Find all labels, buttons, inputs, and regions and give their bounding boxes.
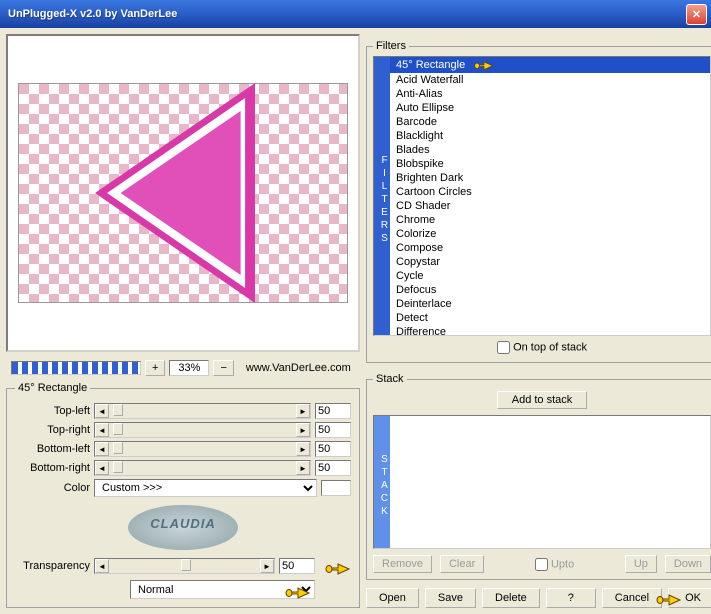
- stack-legend: Stack: [373, 373, 407, 385]
- transparency-label: Transparency: [15, 560, 90, 572]
- down-button[interactable]: Down: [665, 555, 711, 573]
- slider-left-arrow[interactable]: ◄: [95, 404, 109, 418]
- transparency-input[interactable]: [279, 558, 315, 574]
- logo: CLAUDIA: [15, 505, 351, 550]
- zoom-in-button[interactable]: +: [145, 360, 165, 376]
- clear-button[interactable]: Clear: [440, 555, 484, 573]
- stack-group: Stack Add to stack STACK Remove Clear Up…: [366, 373, 711, 580]
- slider-left-arrow[interactable]: ◄: [95, 559, 109, 573]
- filter-item[interactable]: Auto Ellipse: [390, 101, 710, 115]
- upto-checkbox[interactable]: [535, 558, 548, 571]
- open-button[interactable]: Open: [366, 588, 419, 608]
- filters-group: Filters FILTERS 45° RectangleAcid Waterf…: [366, 40, 711, 363]
- param-slider-0[interactable]: ◄ ►: [94, 403, 311, 419]
- param-input-2[interactable]: [315, 441, 351, 457]
- slider-right-arrow[interactable]: ►: [296, 442, 310, 456]
- filter-item[interactable]: Barcode: [390, 115, 710, 129]
- param-label-2: Bottom-left: [15, 443, 90, 455]
- transparency-slider[interactable]: ◄ ►: [94, 558, 275, 574]
- pointer-icon: [285, 583, 311, 597]
- zoom-percent: 33%: [169, 360, 209, 376]
- filter-item[interactable]: Blobspike: [390, 157, 710, 171]
- website-link[interactable]: www.VanDerLee.com: [246, 362, 351, 374]
- titlebar: UnPlugged-X v2.0 by VanDerLee ✕: [0, 0, 711, 28]
- param-slider-1[interactable]: ◄ ►: [94, 422, 311, 438]
- up-button[interactable]: Up: [625, 555, 657, 573]
- param-input-0[interactable]: [315, 403, 351, 419]
- color-label: Color: [15, 482, 90, 494]
- zoom-out-button[interactable]: −: [213, 360, 233, 376]
- filter-item[interactable]: CD Shader: [390, 199, 710, 213]
- filter-item[interactable]: Brighten Dark: [390, 171, 710, 185]
- filters-listbox[interactable]: FILTERS 45° RectangleAcid WaterfallAnti-…: [373, 56, 711, 336]
- filter-item[interactable]: Blades: [390, 143, 710, 157]
- filter-item[interactable]: Chrome: [390, 213, 710, 227]
- filter-item[interactable]: Blacklight: [390, 129, 710, 143]
- zoom-progress: [11, 361, 141, 375]
- slider-right-arrow[interactable]: ►: [296, 423, 310, 437]
- stack-listbox[interactable]: STACK: [373, 415, 711, 549]
- save-button[interactable]: Save: [425, 588, 476, 608]
- filters-legend: Filters: [373, 40, 409, 52]
- param-label-1: Top-right: [15, 424, 90, 436]
- stack-sidebar-label: STACK: [374, 416, 390, 548]
- color-select[interactable]: Custom >>>: [94, 479, 317, 497]
- window-title: UnPlugged-X v2.0 by VanDerLee: [8, 8, 686, 20]
- filter-item[interactable]: Compose: [390, 241, 710, 255]
- param-input-1[interactable]: [315, 422, 351, 438]
- filter-item[interactable]: Difference: [390, 325, 710, 335]
- param-slider-2[interactable]: ◄ ►: [94, 441, 311, 457]
- pointer-icon: [656, 590, 682, 604]
- filter-item[interactable]: Deinterlace: [390, 297, 710, 311]
- preview-panel: [6, 34, 360, 352]
- filter-item[interactable]: Cartoon Circles: [390, 185, 710, 199]
- pointer-icon: [325, 559, 351, 573]
- slider-left-arrow[interactable]: ◄: [95, 442, 109, 456]
- ontop-checkbox[interactable]: [497, 341, 510, 354]
- filter-item[interactable]: 45° Rectangle: [390, 57, 710, 73]
- filter-item[interactable]: Anti-Alias: [390, 87, 710, 101]
- help-button[interactable]: ?: [546, 588, 596, 608]
- param-input-3[interactable]: [315, 460, 351, 476]
- color-swatch[interactable]: [321, 480, 351, 496]
- preview-image: [18, 83, 348, 303]
- pointer-icon: [471, 58, 497, 72]
- parameters-group: 45° Rectangle Top-left ◄ ► Top-right ◄ ►…: [6, 382, 360, 608]
- remove-button[interactable]: Remove: [373, 555, 432, 573]
- slider-right-arrow[interactable]: ►: [296, 404, 310, 418]
- parameters-legend: 45° Rectangle: [15, 382, 90, 394]
- slider-right-arrow[interactable]: ►: [296, 461, 310, 475]
- slider-left-arrow[interactable]: ◄: [95, 423, 109, 437]
- param-label-3: Bottom-right: [15, 462, 90, 474]
- dialog-buttons: Open Save Delete ? Cancel OK: [366, 584, 711, 608]
- filter-item[interactable]: Acid Waterfall: [390, 73, 710, 87]
- filter-item[interactable]: Detect: [390, 311, 710, 325]
- filter-item[interactable]: Copystar: [390, 255, 710, 269]
- slider-left-arrow[interactable]: ◄: [95, 461, 109, 475]
- filter-item[interactable]: Colorize: [390, 227, 710, 241]
- ontop-label: On top of stack: [513, 341, 587, 353]
- filter-item[interactable]: Defocus: [390, 283, 710, 297]
- add-to-stack-button[interactable]: Add to stack: [497, 391, 588, 409]
- filter-item[interactable]: Cycle: [390, 269, 710, 283]
- delete-button[interactable]: Delete: [482, 588, 540, 608]
- upto-label: Upto: [551, 558, 574, 570]
- cancel-button[interactable]: Cancel: [602, 588, 662, 608]
- param-slider-3[interactable]: ◄ ►: [94, 460, 311, 476]
- close-button[interactable]: ✕: [686, 4, 707, 25]
- param-label-0: Top-left: [15, 405, 90, 417]
- slider-right-arrow[interactable]: ►: [260, 559, 274, 573]
- filters-sidebar-label: FILTERS: [374, 57, 390, 335]
